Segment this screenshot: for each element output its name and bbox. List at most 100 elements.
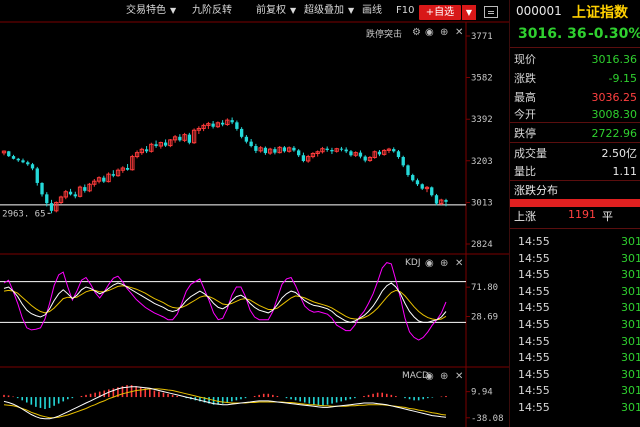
candle-body bbox=[83, 187, 87, 191]
macd-settings-icon[interactable]: ◉ bbox=[425, 372, 434, 382]
tick-price: 3016 bbox=[621, 235, 640, 248]
stock-name: 上证指数 bbox=[572, 5, 628, 21]
collapse-icon[interactable]: ◉ bbox=[425, 28, 434, 38]
quote-row-label: 跌停 bbox=[514, 127, 536, 140]
candle-body bbox=[187, 134, 192, 143]
settings-gear-icon[interactable]: ⚙ bbox=[412, 28, 421, 38]
candle-body bbox=[444, 200, 448, 202]
candle-body bbox=[163, 142, 168, 146]
candle-body bbox=[358, 152, 363, 157]
tick-time: 14:55 bbox=[518, 334, 550, 348]
tick-row: 14:55 3016 bbox=[514, 383, 640, 399]
add-watchlist-dropdown[interactable]: ▼ bbox=[462, 5, 476, 20]
candle-body bbox=[339, 148, 344, 150]
candle-body bbox=[235, 122, 239, 129]
tick-row: 14:55 3016 bbox=[514, 400, 640, 416]
toolbar-nine-reversal-label: 九阶反转 bbox=[192, 5, 232, 16]
kdj-pane-label[interactable]: KDJ bbox=[405, 258, 421, 268]
toolbar-forward-adjust[interactable]: 前复权 ▼ bbox=[256, 3, 296, 19]
tick-row: 14:55 3016 bbox=[514, 367, 640, 383]
macd-close-icon[interactable]: ✕ bbox=[455, 372, 463, 382]
candle-body bbox=[363, 156, 367, 161]
candle-body bbox=[30, 164, 35, 169]
quote-row: 跌停 2722.96 bbox=[514, 124, 639, 143]
candle-body bbox=[273, 149, 277, 153]
flat-label: 平 bbox=[602, 210, 613, 223]
kdj-axis-label: 28.69 bbox=[471, 312, 498, 322]
kdj-axis-label: 71.80 bbox=[471, 283, 498, 293]
candle-body bbox=[26, 162, 30, 165]
candle-body bbox=[420, 184, 424, 189]
toolbar-trade-features[interactable]: 交易特色 ▼ bbox=[126, 3, 176, 19]
macd-expand-icon[interactable]: ⊕ bbox=[440, 372, 448, 382]
divider bbox=[510, 122, 640, 123]
divider bbox=[510, 142, 640, 143]
kdj-close-icon[interactable]: ✕ bbox=[455, 259, 463, 269]
tick-row: 14:55 3016 bbox=[514, 234, 640, 250]
price-axis-label: 3203 bbox=[471, 157, 493, 167]
toolbar-nine-reversal[interactable]: 九阶反转 bbox=[192, 3, 232, 19]
tick-time: 14:55 bbox=[518, 284, 550, 298]
candle-body bbox=[263, 147, 268, 154]
candle-body bbox=[392, 149, 396, 152]
toolbar-f10[interactable]: F10 bbox=[396, 3, 414, 19]
macd-axis-label: -38.08 bbox=[471, 414, 504, 424]
tick-price: 3016 bbox=[621, 284, 640, 298]
tick-row: 14:55 3016 bbox=[514, 284, 640, 300]
quote-row-value: 3016.36 bbox=[591, 53, 638, 66]
quote-row: 量比 1.11 bbox=[514, 162, 639, 181]
kdj-expand-icon[interactable]: ⊕ bbox=[440, 259, 448, 269]
candle-body bbox=[325, 148, 329, 150]
add-watchlist-button[interactable]: +自选 bbox=[419, 5, 461, 20]
main-pane-indicator-label[interactable]: 跌停突击 bbox=[366, 27, 402, 40]
current-price: 3016. 36 bbox=[518, 26, 587, 42]
candle-body bbox=[49, 203, 54, 211]
toolbar-trade-features-label: 交易特色 bbox=[126, 5, 166, 16]
quote-row-value: 1.11 bbox=[612, 165, 638, 178]
price-axis-label: 2824 bbox=[471, 240, 493, 250]
candle-body bbox=[35, 168, 39, 183]
tick-time: 14:55 bbox=[518, 351, 550, 365]
distribution-title[interactable]: 涨跌分布 bbox=[514, 182, 558, 198]
kdj-j-line bbox=[3, 262, 447, 341]
candle-body bbox=[301, 155, 306, 161]
tick-time: 14:55 bbox=[518, 367, 550, 381]
candle-body bbox=[254, 146, 258, 151]
quote-row: 成交量 2.50亿 bbox=[514, 144, 639, 163]
close-icon[interactable]: ✕ bbox=[455, 28, 463, 38]
candle-body bbox=[434, 195, 439, 204]
toolbar-f10-label: F10 bbox=[396, 5, 415, 16]
quote-row: 现价 3016.36 bbox=[514, 50, 639, 69]
toolbar-forward-adjust-label: 前复权 bbox=[256, 5, 286, 16]
tick-price: 3016 bbox=[621, 268, 640, 282]
kdj-k-line bbox=[3, 282, 447, 323]
change-percent: -0.30% bbox=[588, 26, 640, 42]
tick-time: 14:55 bbox=[518, 251, 550, 265]
candle-body bbox=[16, 158, 20, 161]
candle-body bbox=[377, 151, 382, 155]
expand-icon[interactable]: ⊕ bbox=[440, 28, 448, 38]
toolbar-draw-line[interactable]: 画线 bbox=[362, 3, 382, 19]
candle-body bbox=[344, 149, 348, 152]
up-label: 上涨 bbox=[514, 210, 536, 223]
tick-row: 14:55 3016 bbox=[514, 317, 640, 333]
quote-row-label: 成交量 bbox=[514, 147, 547, 160]
kline-chart[interactable]: 3771 3582 3392 3203 3013 2824 2963. 65 71.80 28.… bbox=[0, 0, 509, 427]
candle-body bbox=[73, 194, 77, 197]
layout-grid-icon[interactable] bbox=[484, 6, 498, 18]
quote-row-value: 2722.96 bbox=[591, 127, 638, 140]
toolbar-super-overlay[interactable]: 超级叠加 ▼ bbox=[304, 3, 354, 19]
kdj-settings-icon[interactable]: ◉ bbox=[425, 259, 434, 269]
tick-time: 14:55 bbox=[518, 268, 550, 282]
tick-price: 3016 bbox=[621, 251, 640, 265]
tick-time: 14:55 bbox=[518, 235, 550, 248]
stock-code: 000001 bbox=[516, 4, 562, 18]
candle-body bbox=[102, 177, 106, 182]
candle-body bbox=[330, 149, 334, 152]
macd-axis-label: 9.94 bbox=[471, 388, 493, 398]
candle-body bbox=[40, 182, 44, 195]
candle-body bbox=[45, 194, 49, 204]
tick-price: 3016 bbox=[621, 351, 640, 365]
candle-body bbox=[239, 128, 244, 137]
candle-body bbox=[144, 149, 149, 152]
